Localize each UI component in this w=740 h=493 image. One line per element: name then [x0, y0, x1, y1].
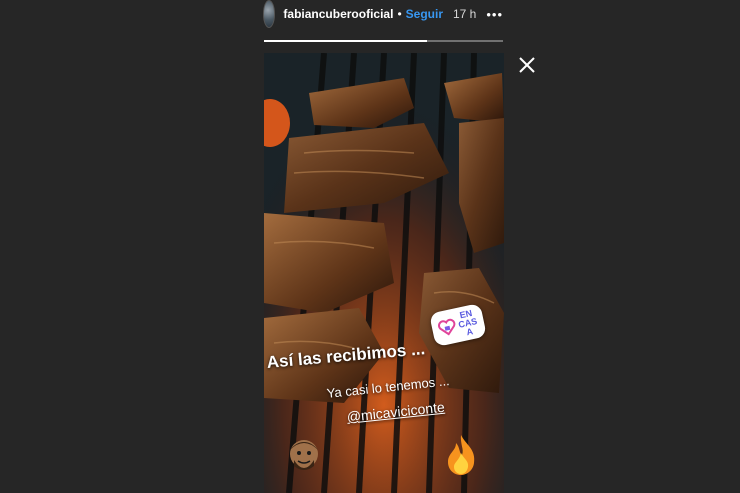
story-progress-bar [264, 40, 503, 42]
sticker-text: EN CASA [457, 307, 479, 337]
heart-house-icon [438, 318, 456, 336]
story-header: fabiancuberooficial • Seguir 17 h ••• [263, 0, 503, 28]
avatar[interactable] [263, 0, 276, 28]
story-progress-fill [264, 40, 427, 42]
separator-dot: • [397, 7, 402, 21]
username[interactable]: fabiancuberooficial [283, 7, 393, 21]
grilled-meat-photo [264, 53, 504, 493]
post-time: 17 h [452, 7, 477, 21]
face-emoji [290, 440, 318, 470]
close-icon [519, 57, 535, 73]
more-options-button[interactable]: ••• [486, 7, 503, 22]
follow-button[interactable]: Seguir [406, 7, 443, 21]
story-image[interactable]: EN CASA Así las recibimos ... Ya casi lo… [264, 53, 504, 493]
close-button[interactable] [516, 54, 538, 76]
fire-emoji [448, 435, 475, 475]
